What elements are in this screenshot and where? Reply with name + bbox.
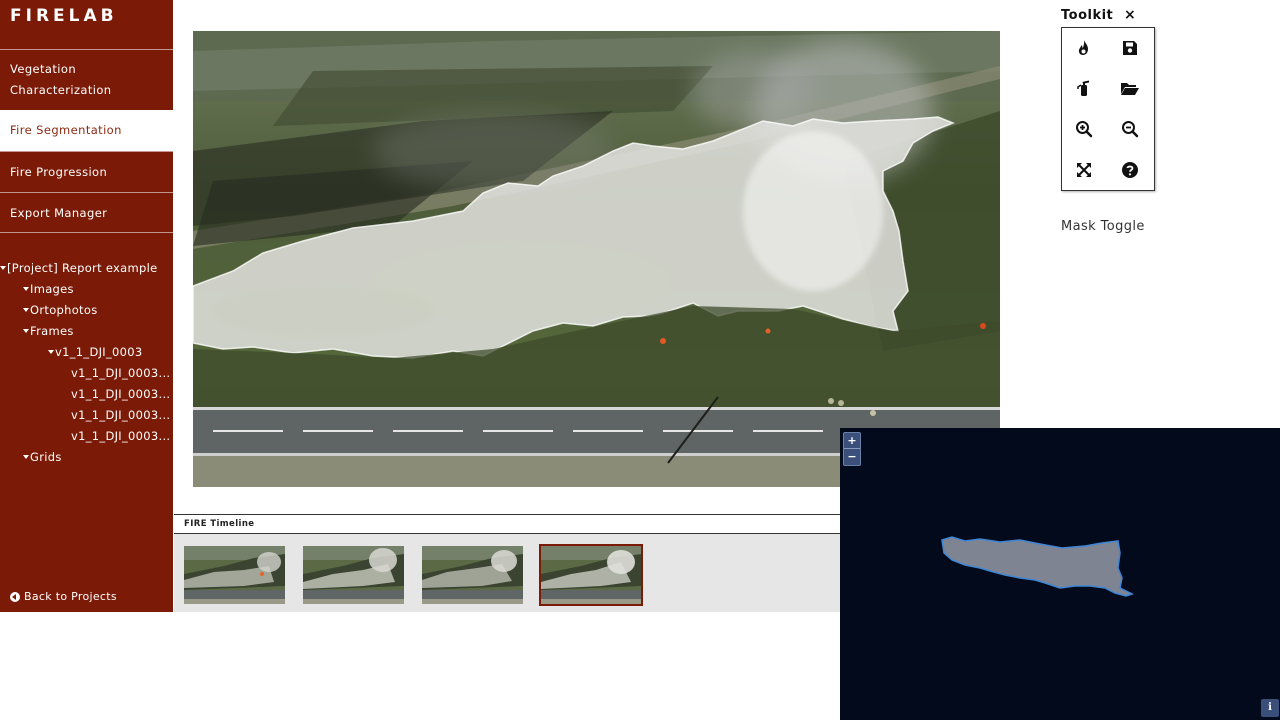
toolkit-close-button[interactable]: × (1124, 7, 1136, 23)
nav-divider (0, 232, 173, 233)
tree-item-frame-group[interactable]: v1_1_DJI_0003 (48, 342, 143, 363)
map-info-button[interactable]: i (1261, 699, 1279, 717)
timeline-frame-thumbnail[interactable] (184, 546, 285, 604)
caret-down-icon (0, 265, 6, 270)
tree-label: Ortophotos (30, 303, 98, 317)
tree-item-frame[interactable]: v1_1_DJI_0003... (71, 405, 170, 426)
nav-export-manager[interactable]: Export Manager (0, 192, 173, 233)
nav-vegetation-characterization[interactable]: Vegetation Characterization (0, 49, 173, 110)
nav-label: Vegetation Characterization (10, 62, 112, 97)
fire-icon[interactable] (1072, 36, 1096, 60)
folder-open-icon[interactable] (1118, 76, 1142, 100)
caret-down-icon (23, 286, 29, 291)
tree-item-frames[interactable]: Frames (23, 321, 74, 342)
tree-item-images[interactable]: Images (23, 279, 74, 300)
expand-icon[interactable] (1072, 158, 1096, 182)
timeline-frame-thumbnail[interactable] (303, 546, 404, 604)
tree-label: v1_1_DJI_0003 (55, 345, 143, 359)
frame-thumbnail-image (541, 546, 641, 604)
caret-down-icon (23, 307, 29, 312)
aerial-photo (193, 31, 1000, 487)
caret-down-icon (48, 349, 54, 354)
caret-down-icon (23, 328, 29, 333)
sidebar: FIRELAB Vegetation Characterization Fire… (0, 0, 173, 612)
tree-item-frame[interactable]: v1_1_DJI_0003... (71, 363, 170, 384)
toolkit-panel (1061, 27, 1155, 191)
nav-fire-segmentation[interactable]: Fire Segmentation (0, 110, 173, 151)
zoom-out-icon[interactable] (1118, 117, 1142, 141)
tree-item-ortophotos[interactable]: Ortophotos (23, 300, 98, 321)
tree-label: Grids (30, 450, 62, 464)
timeline-frame-thumbnail[interactable] (422, 546, 523, 604)
nav-fire-progression[interactable]: Fire Progression (0, 151, 173, 192)
tree-item-frame[interactable]: v1_1_DJI_0003... (71, 384, 170, 405)
zoom-in-icon[interactable] (1072, 117, 1096, 141)
tree-item-project[interactable]: [Project] Report example (0, 258, 157, 279)
arrow-left-circle-icon (10, 591, 20, 602)
frame-thumbnail-image (184, 546, 285, 604)
fire-segmentation-image[interactable] (193, 31, 1000, 487)
help-icon[interactable] (1118, 158, 1142, 182)
tree-item-frame[interactable]: v1_1_DJI_0003... (71, 426, 170, 447)
timeline-frame-thumbnail-selected[interactable] (539, 544, 643, 606)
frame-thumbnail-image (303, 546, 404, 604)
save-icon[interactable] (1118, 36, 1142, 60)
frame-thumbnail-image (422, 546, 523, 604)
toolkit-title: Toolkit (1061, 8, 1114, 23)
fire-extinguisher-icon[interactable] (1072, 76, 1096, 100)
back-label: Back to Projects (24, 590, 117, 603)
firelab-app: FIRELAB Vegetation Characterization Fire… (0, 0, 1280, 720)
mask-map-view[interactable]: + − i (840, 428, 1280, 720)
fire-timeline: FIRE Timeline (174, 514, 840, 612)
back-to-projects-link[interactable]: Back to Projects (10, 590, 117, 603)
tree-label: Images (30, 282, 74, 296)
mask-polygon (941, 536, 1134, 597)
tree-label: Frames (30, 324, 74, 338)
app-logo: FIRELAB (10, 6, 118, 26)
tree-label: [Project] Report example (7, 261, 158, 275)
nav-label: Export Manager (10, 205, 108, 220)
mask-toggle-button[interactable]: Mask Toggle (1061, 219, 1145, 234)
nav-label: Fire Segmentation (10, 123, 122, 137)
caret-down-icon (23, 454, 29, 459)
nav-label: Fire Progression (10, 164, 108, 179)
tree-item-grids[interactable]: Grids (23, 447, 62, 468)
timeline-title: FIRE Timeline (174, 515, 840, 534)
